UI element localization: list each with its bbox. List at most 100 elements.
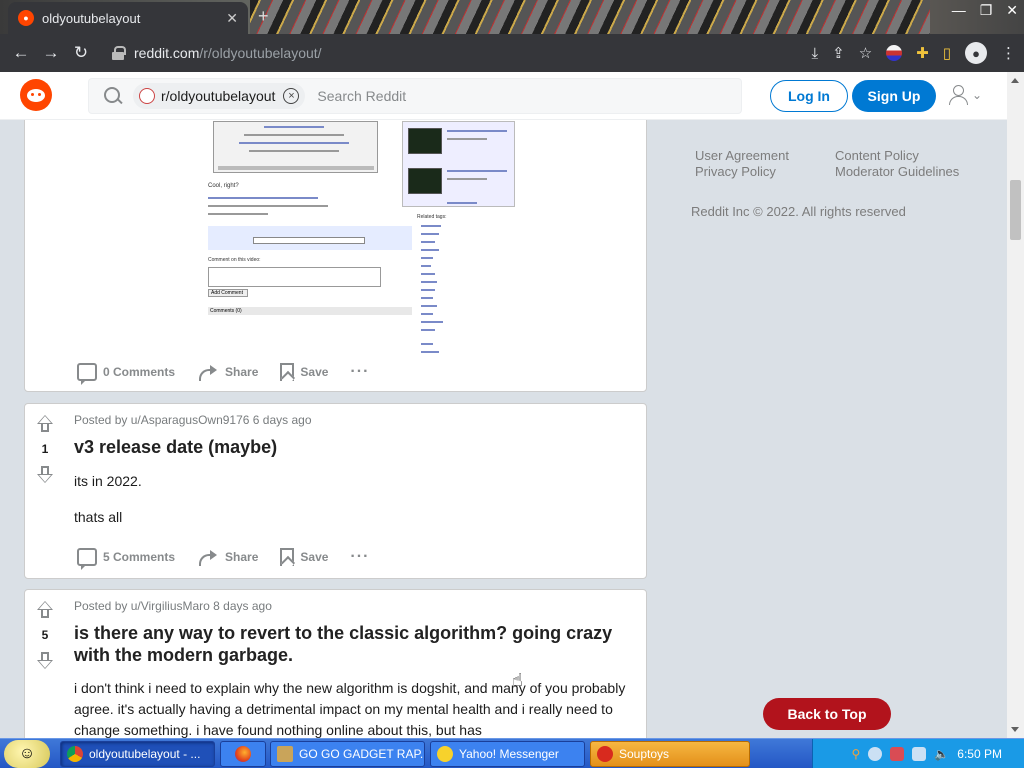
content-policy-link[interactable]: Content Policy xyxy=(835,148,959,164)
profile-avatar-icon[interactable]: ● xyxy=(965,42,987,64)
post-card[interactable]: 5 Posted by u/VirgiliusMaro 8 days ago i… xyxy=(24,589,647,738)
bookmark-icon xyxy=(280,548,295,566)
url-path: /r/oldyoutubelayout/ xyxy=(199,45,322,61)
save-button[interactable]: Save xyxy=(280,363,328,381)
system-tray: ⚲ 🔈 6:50 PM xyxy=(812,739,1024,768)
share-embed-box xyxy=(208,226,412,250)
moderator-guidelines-link[interactable]: Moderator Guidelines xyxy=(835,164,959,180)
reddit-favicon-icon: ● xyxy=(18,10,34,26)
vote-column: 5 xyxy=(25,600,65,670)
search-input[interactable]: Search Reddit xyxy=(317,88,406,104)
post-title[interactable]: is there any way to revert to the classi… xyxy=(74,622,634,666)
share-label: Share xyxy=(225,365,259,379)
reddit-logo-icon[interactable] xyxy=(20,79,52,111)
scroll-up-arrow-icon[interactable] xyxy=(1011,78,1019,83)
community-search-chip[interactable]: r/oldyoutubelayout × xyxy=(133,83,306,109)
chevron-down-icon: ⌄ xyxy=(972,88,983,102)
side-panel-icon[interactable]: ▯ xyxy=(943,44,951,62)
firefox-icon xyxy=(235,746,251,762)
back-button[interactable]: ← xyxy=(6,43,36,63)
post-title[interactable]: v3 release date (maybe) xyxy=(74,436,634,458)
vote-column: 1 xyxy=(25,414,65,484)
volume-icon[interactable]: 🔈 xyxy=(934,747,949,761)
community-chip-label: r/oldyoutubelayout xyxy=(161,88,276,104)
share-button[interactable]: Share xyxy=(197,549,258,566)
browser-tab-strip: ● oldyoutubelayout ✕ + — ❐ ✕ xyxy=(0,0,1024,34)
comments-label: 5 Comments xyxy=(103,550,176,564)
share-button[interactable]: Share xyxy=(197,364,259,381)
toolbar-icons: ⤓ ⇪ ☆ ✚ ▯ ● ⋮ xyxy=(811,42,1016,64)
save-label: Save xyxy=(300,365,329,379)
clear-community-icon[interactable]: × xyxy=(283,88,300,104)
new-tab-button[interactable]: + xyxy=(258,6,269,27)
upvote-arrow-icon[interactable] xyxy=(35,600,55,620)
network-error-icon[interactable] xyxy=(890,747,905,761)
post-card[interactable]: 1 Posted by u/AsparagusOwn9176 6 days ag… xyxy=(24,403,647,579)
taskbar-item-browser[interactable]: oldyoutubelayout - ... xyxy=(60,741,215,767)
os-taskbar: ☺ oldyoutubelayout - ... GO GO GADGET RA… xyxy=(0,738,1024,768)
hand-cursor-icon: ☝ xyxy=(512,670,523,690)
page-scrollbar[interactable] xyxy=(1007,72,1024,738)
reload-button[interactable]: ↻ xyxy=(66,43,96,63)
maximize-button[interactable]: ❐ xyxy=(980,2,993,19)
tab-close-icon[interactable]: ✕ xyxy=(226,10,238,27)
browser-menu-icon[interactable]: ⋮ xyxy=(1001,44,1016,62)
vote-score: 1 xyxy=(41,442,49,456)
share-page-icon[interactable]: ⇪ xyxy=(832,44,845,62)
forward-button[interactable]: → xyxy=(36,43,66,63)
signup-button[interactable]: Sign Up xyxy=(852,80,936,112)
minimize-button[interactable]: — xyxy=(952,2,966,19)
scroll-down-arrow-icon[interactable] xyxy=(1011,727,1019,732)
install-app-icon[interactable]: ⤓ xyxy=(811,45,818,62)
more-options-icon[interactable]: ··· xyxy=(350,363,369,381)
taskbar-item-souptoys[interactable]: Souptoys xyxy=(590,741,750,767)
taskbar-item-folder[interactable]: GO GO GADGET RAP... xyxy=(270,741,425,767)
post-image[interactable]: Cool, right? Related tags: Comment on th… xyxy=(193,121,518,357)
more-options-icon[interactable]: ··· xyxy=(350,548,369,566)
bookmark-star-icon[interactable]: ☆ xyxy=(859,44,872,62)
browser-tab[interactable]: ● oldyoutubelayout ✕ xyxy=(8,2,248,34)
tab-title: oldyoutubelayout xyxy=(42,10,141,26)
add-comment-preview: Add Comment xyxy=(208,289,248,297)
folder-icon xyxy=(277,746,293,762)
share-icon xyxy=(197,364,219,381)
post-card[interactable]: Cool, right? Related tags: Comment on th… xyxy=(24,120,647,392)
privacy-policy-link[interactable]: Privacy Policy xyxy=(695,164,789,180)
user-agreement-link[interactable]: User Agreement xyxy=(695,148,789,164)
comments-button[interactable]: 5 Comments xyxy=(77,548,176,570)
post-body: i don't think i need to explain why the … xyxy=(74,680,626,738)
video-player-preview xyxy=(213,121,378,173)
messenger-icon xyxy=(437,746,453,762)
close-window-button[interactable]: ✕ xyxy=(1006,2,1018,19)
comment-textarea-preview xyxy=(208,267,381,287)
related-videos-preview xyxy=(402,121,515,207)
taskbar-label: Souptoys xyxy=(619,747,670,761)
post-meta[interactable]: Posted by u/VirgiliusMaro 8 days ago xyxy=(74,599,272,613)
taskbar-item-firefox[interactable] xyxy=(220,741,266,767)
user-menu[interactable]: ⌄ xyxy=(948,84,982,106)
upvote-arrow-icon[interactable] xyxy=(35,414,55,434)
screenshot-caption: Cool, right? xyxy=(208,183,239,189)
scrollbar-thumb[interactable] xyxy=(1010,180,1021,240)
tray-app-icon[interactable] xyxy=(868,747,883,761)
search-bar[interactable]: r/oldyoutubelayout × Search Reddit xyxy=(88,78,742,114)
flag-extension-icon[interactable] xyxy=(886,45,903,61)
comments-button[interactable]: 0 Comments xyxy=(77,363,175,385)
clock[interactable]: 6:50 PM xyxy=(957,747,1002,761)
taskbar-item-messenger[interactable]: Yahoo! Messenger xyxy=(430,741,585,767)
search-tray-icon[interactable]: ⚲ xyxy=(852,747,861,761)
extensions-puzzle-icon[interactable]: ✚ xyxy=(916,44,929,62)
post-actions: 0 Comments Share Save ··· xyxy=(77,363,369,385)
downvote-arrow-icon[interactable] xyxy=(35,650,55,670)
share-icon xyxy=(197,549,219,566)
comment-on-video-label: Comment on this video: xyxy=(208,257,261,263)
downvote-arrow-icon[interactable] xyxy=(35,464,55,484)
start-button[interactable]: ☺ xyxy=(4,740,50,768)
login-button[interactable]: Log In xyxy=(770,80,848,112)
comments-count-preview: Comments (0) xyxy=(208,307,412,315)
back-to-top-button[interactable]: Back to Top xyxy=(763,698,891,730)
network-icon[interactable] xyxy=(912,747,927,761)
post-meta[interactable]: Posted by u/AsparagusOwn9176 6 days ago xyxy=(74,413,312,427)
address-bar[interactable]: reddit.com/r/oldyoutubelayout/ xyxy=(112,39,752,67)
save-button[interactable]: Save xyxy=(280,548,328,566)
